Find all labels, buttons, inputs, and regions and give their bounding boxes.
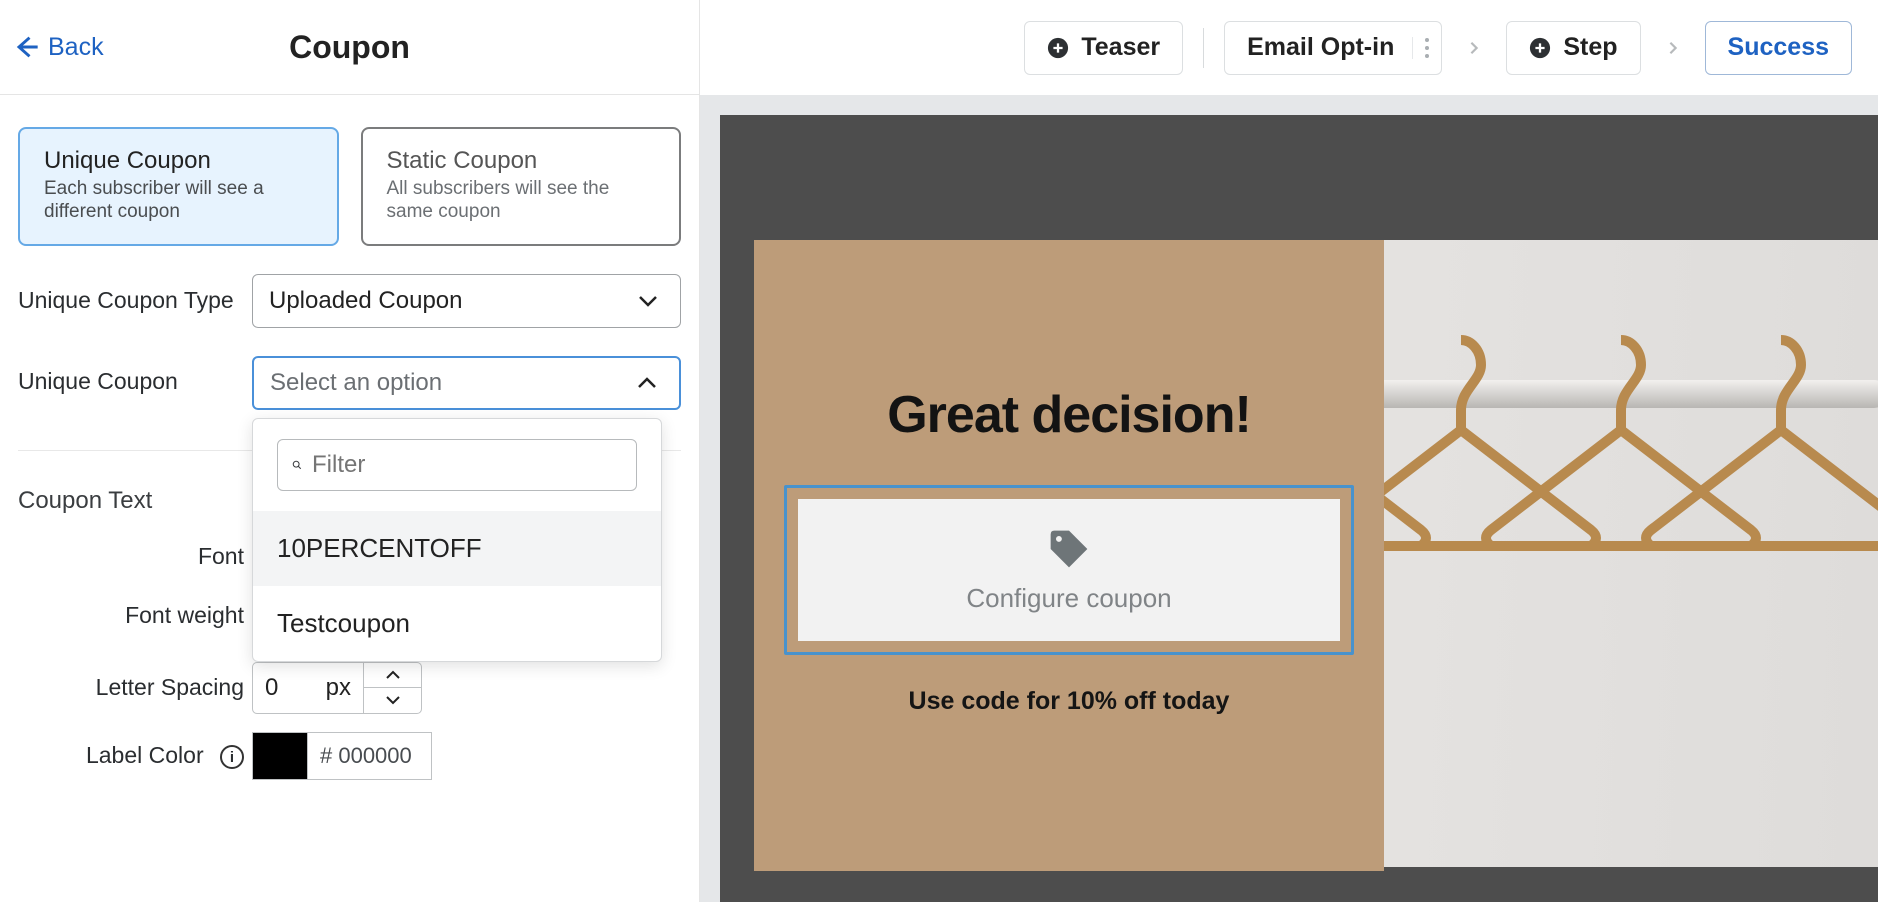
dropdown-option[interactable]: 10PERCENTOFF (253, 511, 661, 586)
label-color-row: Label Color i (18, 732, 681, 780)
chevron-down-icon (636, 289, 660, 313)
card-title: Unique Coupon (44, 147, 319, 175)
unique-coupon-type-row: Unique Coupon Type Uploaded Coupon (18, 274, 681, 328)
add-step-button[interactable]: Step (1506, 21, 1640, 75)
coupon-slot[interactable]: Configure coupon (784, 485, 1354, 655)
unique-coupon-type-select[interactable]: Uploaded Coupon (252, 274, 681, 328)
field-label: Letter Spacing (18, 674, 252, 701)
step-label: Success (1728, 33, 1829, 62)
step-label: Email Opt-in (1247, 33, 1394, 62)
unique-coupon-select[interactable]: Select an option (252, 356, 681, 410)
configure-coupon-text: Configure coupon (966, 583, 1171, 614)
static-coupon-card[interactable]: Static Coupon All subscribers will see t… (361, 127, 682, 246)
popup-preview-card: Great decision! Configure coupon Use cod… (754, 240, 1384, 871)
letter-spacing-stepper[interactable]: 0 px (252, 662, 681, 714)
teaser-step-button[interactable]: Teaser (1024, 21, 1183, 75)
back-button[interactable]: Back (12, 33, 104, 62)
preview-canvas: Great decision! Configure coupon Use cod… (700, 95, 1878, 902)
popup-title: Great decision! (754, 385, 1384, 445)
stepper-up[interactable] (364, 663, 421, 689)
filter-input[interactable] (312, 451, 622, 479)
info-icon[interactable]: i (220, 745, 244, 769)
panel-header: Back Coupon (0, 0, 699, 95)
back-label: Back (48, 33, 104, 62)
stepper-down[interactable] (364, 688, 421, 713)
select-placeholder: Select an option (270, 369, 442, 397)
color-hex-input[interactable] (307, 732, 432, 780)
select-value: Uploaded Coupon (269, 287, 463, 315)
chevron-up-icon (635, 371, 659, 395)
more-vertical-icon (1423, 37, 1431, 59)
card-title: Static Coupon (387, 147, 662, 175)
popup-subtext: Use code for 10% off today (754, 687, 1384, 716)
dropdown-option[interactable]: Testcoupon (253, 586, 661, 661)
letter-spacing-row: Letter Spacing 0 px (18, 662, 681, 714)
unique-coupon-row: Unique Coupon Select an option (18, 356, 681, 410)
preview-panel: Teaser Email Opt-in Step Success (700, 0, 1878, 902)
card-subtitle: Each subscriber will see a different cou… (44, 178, 319, 224)
add-icon (1529, 37, 1551, 59)
tag-icon (1047, 527, 1091, 571)
email-optin-step-button[interactable]: Email Opt-in (1224, 21, 1442, 75)
settings-panel: Back Coupon Unique Coupon Each subscribe… (0, 0, 700, 902)
add-icon (1047, 37, 1069, 59)
unique-coupon-card[interactable]: Unique Coupon Each subscriber will see a… (18, 127, 339, 246)
divider (1203, 28, 1204, 68)
stepper-unit: px (326, 674, 351, 702)
step-more-menu[interactable] (1412, 37, 1431, 59)
coupon-dropdown-panel: 10PERCENTOFF Testcoupon (252, 418, 662, 662)
step-label: Step (1563, 33, 1617, 62)
coupon-type-cards: Unique Coupon Each subscriber will see a… (18, 127, 681, 246)
field-label: Label Color i (18, 742, 252, 769)
chevron-right-icon (1462, 36, 1486, 60)
panel-title: Coupon (0, 29, 699, 66)
field-label: Unique Coupon (18, 356, 252, 395)
search-icon (292, 453, 302, 477)
success-step-button[interactable]: Success (1705, 21, 1852, 75)
chevron-right-icon (1661, 36, 1685, 60)
stepper-value: 0 (265, 674, 278, 702)
field-label: Font (18, 543, 252, 570)
dropdown-filter-input[interactable] (277, 439, 637, 491)
step-label: Teaser (1081, 33, 1160, 62)
card-subtitle: All subscribers will see the same coupon (387, 178, 662, 224)
color-swatch[interactable] (252, 732, 307, 780)
steps-bar: Teaser Email Opt-in Step Success (700, 0, 1878, 95)
field-label: Unique Coupon Type (18, 287, 252, 314)
field-label: Font weight (18, 602, 252, 629)
